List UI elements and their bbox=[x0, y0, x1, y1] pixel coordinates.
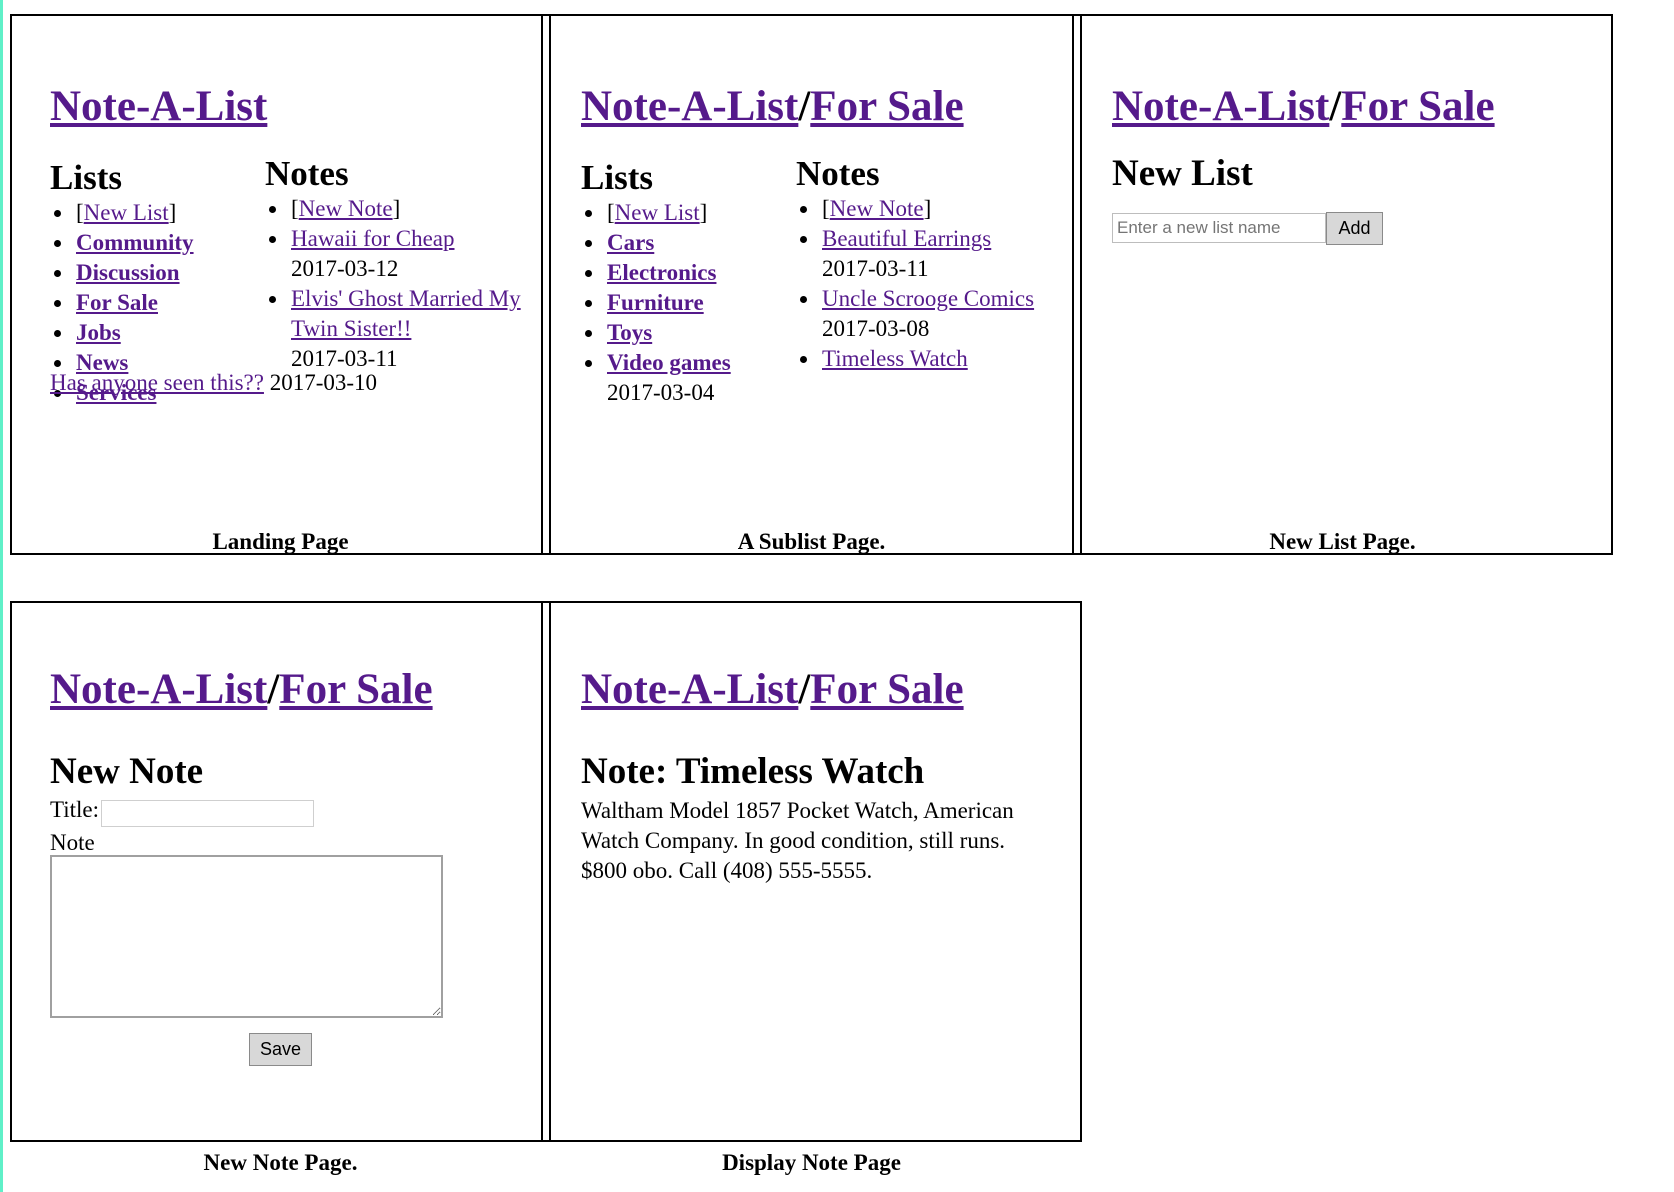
overflow-note: Has anyone seen this?? 2017-03-10 bbox=[50, 368, 377, 398]
note-link[interactable]: Elvis' Ghost Married My Twin Sister!! bbox=[291, 286, 521, 341]
list-item: Furniture bbox=[605, 288, 731, 318]
note-item: Beautiful Earrings 2017-03-11 bbox=[820, 224, 1056, 284]
list-item: Community bbox=[74, 228, 194, 258]
list-item: Electronics bbox=[605, 258, 731, 288]
list-link-for-sale[interactable]: For Sale bbox=[76, 290, 158, 315]
path-separator: / bbox=[798, 83, 811, 130]
new-list-link[interactable]: New List bbox=[615, 200, 700, 225]
list-item: [New List] bbox=[74, 198, 194, 228]
list-item: Discussion bbox=[74, 258, 194, 288]
list-link-toys[interactable]: Toys bbox=[607, 320, 652, 345]
note-item: [New Note] bbox=[289, 194, 525, 224]
list-link-furniture[interactable]: Furniture bbox=[607, 290, 704, 315]
notes-column: Notes [New Note] Hawaii for Cheap 2017-03… bbox=[265, 154, 525, 374]
current-list-link[interactable]: For Sale bbox=[1341, 83, 1494, 130]
landing-page-panel: Note-A-List Lists [New List] Community D… bbox=[10, 14, 551, 555]
lists-list: [New List] Cars Electronics Furniture To… bbox=[581, 198, 731, 408]
list-item: Jobs bbox=[74, 318, 194, 348]
caption-new-list: New List Page. bbox=[1269, 529, 1416, 554]
caption-sublist: A Sublist Page. bbox=[737, 529, 886, 554]
notes-list: [New Note] Beautiful Earrings2017-03-11 … bbox=[796, 194, 1056, 374]
lists-heading: Lists bbox=[50, 158, 122, 197]
notes-list: [New Note] Hawaii for Cheap 2017-03-12 El… bbox=[265, 194, 525, 374]
note-item: Timeless Watch bbox=[820, 344, 1056, 374]
home-link[interactable]: Note-A-List bbox=[581, 666, 798, 713]
note-date: 2017-03-12 bbox=[291, 256, 399, 281]
note-item: [New Note] bbox=[820, 194, 1056, 224]
note-heading: Note: Timeless Watch bbox=[581, 751, 925, 792]
current-list-link[interactable]: For Sale bbox=[279, 666, 432, 713]
save-note-button[interactable]: Save bbox=[249, 1033, 312, 1066]
list-trailing-date: 2017-03-04 bbox=[607, 380, 715, 405]
new-list-link[interactable]: New List bbox=[84, 200, 169, 225]
list-item: Cars bbox=[605, 228, 731, 258]
home-link[interactable]: Note-A-List bbox=[50, 666, 267, 713]
list-item: Toys bbox=[605, 318, 731, 348]
left-edge-accent bbox=[0, 0, 3, 1192]
list-link-jobs[interactable]: Jobs bbox=[76, 320, 121, 345]
home-link[interactable]: Note-A-List bbox=[1112, 83, 1329, 130]
new-list-form: Add bbox=[1112, 212, 1383, 245]
note-body-textarea[interactable] bbox=[50, 855, 443, 1018]
new-note-link[interactable]: New Note bbox=[830, 196, 924, 221]
path-separator: / bbox=[1329, 83, 1342, 130]
sublist-page-panel: Note-A-List/For Sale Lists [New List] Ca… bbox=[541, 14, 1082, 555]
current-list-link[interactable]: For Sale bbox=[810, 83, 963, 130]
list-link-community[interactable]: Community bbox=[76, 230, 194, 255]
title-label: Title: bbox=[50, 797, 100, 822]
lists-heading: Lists bbox=[581, 158, 653, 197]
note-date: 2017-03-08 bbox=[822, 316, 930, 341]
caption-landing: Landing Page bbox=[212, 529, 349, 554]
home-link[interactable]: Note-A-List bbox=[581, 83, 798, 130]
notes-heading: Notes bbox=[796, 154, 880, 193]
new-list-name-input[interactable] bbox=[1112, 213, 1326, 243]
note-link[interactable]: Hawaii for Cheap bbox=[291, 226, 455, 251]
note-title-input[interactable] bbox=[101, 800, 314, 827]
note-link[interactable]: Beautiful Earrings bbox=[822, 226, 991, 251]
note-link[interactable]: Timeless Watch bbox=[822, 346, 968, 371]
list-item: Video games 2017-03-04 bbox=[605, 348, 731, 408]
notes-heading: Notes bbox=[265, 154, 349, 193]
note-date: 2017-03-10 bbox=[269, 370, 378, 395]
list-link-electronics[interactable]: Electronics bbox=[607, 260, 716, 285]
home-link[interactable]: Note-A-List bbox=[50, 83, 267, 130]
new-note-page-panel: Note-A-List/For Sale New Note Title: Not… bbox=[10, 601, 551, 1142]
note-item: Uncle Scroogе Comics 2017-03-08 bbox=[820, 284, 1056, 344]
list-item: For Sale bbox=[74, 288, 194, 318]
note-link[interactable]: Has anyone seen this?? bbox=[50, 370, 264, 395]
caption-new-note: New Note Page. bbox=[203, 1150, 358, 1175]
new-note-heading: New Note bbox=[50, 751, 204, 792]
caption-display-note: Display Note Page bbox=[722, 1150, 901, 1175]
page-title: Note-A-List/For Sale bbox=[581, 82, 964, 131]
display-note-page-panel: Note-A-List/For Sale Note: Timeless Watc… bbox=[541, 601, 1082, 1142]
path-separator: / bbox=[798, 666, 811, 713]
note-link[interactable]: Uncle Scroogе Comics bbox=[822, 286, 1034, 311]
note-body-text: Waltham Model 1857 Pocket Watch, America… bbox=[581, 798, 1014, 883]
new-note-link[interactable]: New Note bbox=[299, 196, 393, 221]
new-list-heading: New List bbox=[1112, 153, 1253, 194]
page-title: Note-A-List/For Sale bbox=[1112, 82, 1495, 131]
note-item: Elvis' Ghost Married My Twin Sister!!201… bbox=[289, 284, 525, 374]
list-item: [New List] bbox=[605, 198, 731, 228]
lists-column: Lists [New List] Cars Electronics Furnit… bbox=[581, 158, 731, 408]
current-list-link[interactable]: For Sale bbox=[810, 666, 963, 713]
note-date: 2017-03-11 bbox=[822, 256, 929, 281]
list-link-discussion[interactable]: Discussion bbox=[76, 260, 180, 285]
page-title: Note-A-List/For Sale bbox=[581, 665, 964, 714]
path-separator: / bbox=[267, 666, 280, 713]
note-item: Hawaii for Cheap 2017-03-12 bbox=[289, 224, 525, 284]
list-link-video-games[interactable]: Video games bbox=[607, 350, 731, 375]
notes-column: Notes [New Note] Beautiful Earrings 2017-… bbox=[796, 154, 1056, 374]
note-label: Note bbox=[50, 830, 95, 855]
page-title: Note-A-List/For Sale bbox=[50, 665, 433, 714]
add-list-button[interactable]: Add bbox=[1326, 212, 1383, 245]
new-list-page-panel: Note-A-List/For Sale New List Add bbox=[1072, 14, 1613, 555]
list-link-cars[interactable]: Cars bbox=[607, 230, 654, 255]
page-title: Note-A-List bbox=[50, 82, 267, 131]
